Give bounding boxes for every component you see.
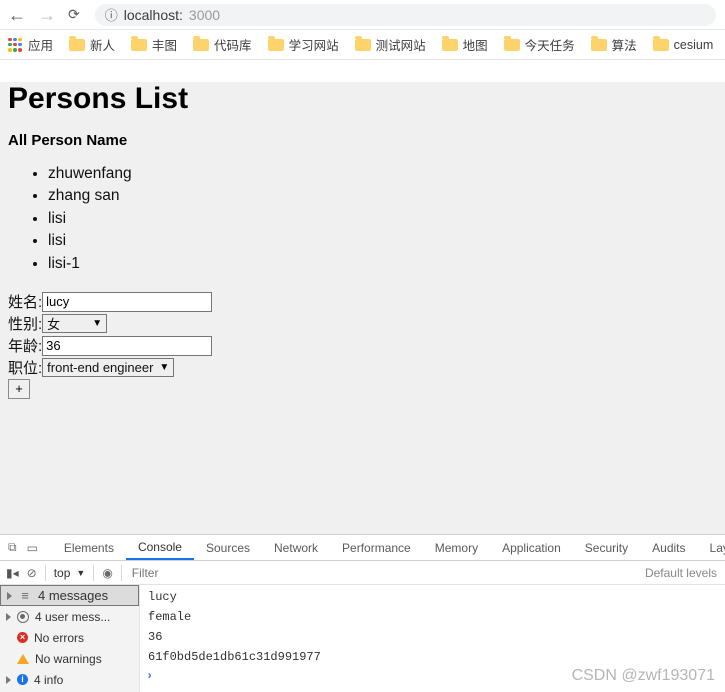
browser-toolbar: ← → ⟳ ⓘ localhost: 3000: [0, 0, 725, 30]
add-button[interactable]: +: [8, 379, 30, 399]
folder-icon: [268, 39, 284, 51]
list-item: lisi: [48, 230, 717, 252]
folder-icon: [653, 39, 669, 51]
tab-overflow[interactable]: Lay: [698, 535, 725, 560]
console-output[interactable]: lucy female 36 61f0bd5de1db61c31d991977 …: [140, 585, 725, 692]
forward-button[interactable]: →: [38, 6, 54, 24]
tab-application[interactable]: Application: [490, 535, 573, 560]
devtools-tabs: ⧉ ▭ Elements Console Sources Network Per…: [0, 535, 725, 561]
tab-memory[interactable]: Memory: [423, 535, 490, 560]
list-item: zhang san: [48, 185, 717, 207]
bookmark-item[interactable]: 学习网站: [268, 35, 339, 54]
error-icon: ×: [17, 632, 28, 643]
bookmark-item[interactable]: 今天任务: [504, 35, 575, 54]
tab-elements[interactable]: Elements: [52, 535, 126, 560]
bookmark-item[interactable]: cesium: [653, 38, 714, 52]
address-bar[interactable]: ⓘ localhost: 3000: [94, 3, 717, 27]
page-content: Persons List All Person Name zhuwenfang …: [0, 82, 725, 556]
age-label: 年龄:: [8, 335, 42, 356]
info-icon: i: [17, 674, 28, 685]
folder-icon: [504, 39, 520, 51]
device-toggle-icon[interactable]: ▭: [27, 541, 38, 555]
console-filter-input[interactable]: [130, 564, 637, 582]
tab-sources[interactable]: Sources: [194, 535, 262, 560]
reload-button[interactable]: ⟳: [68, 6, 80, 23]
folder-icon: [355, 39, 371, 51]
sidebar-errors[interactable]: × No errors: [0, 627, 139, 648]
persons-list: zhuwenfang zhang san lisi lisi lisi-1: [8, 163, 717, 275]
bookmark-item[interactable]: 测试网站: [355, 35, 426, 54]
folder-icon: [442, 39, 458, 51]
list-item: zhuwenfang: [48, 163, 717, 185]
apps-label: 应用: [28, 35, 53, 54]
name-label: 姓名:: [8, 291, 42, 312]
job-select[interactable]: front-end engineer ▼: [42, 358, 174, 377]
gender-select[interactable]: 女 ▼: [42, 314, 107, 333]
clear-console-icon[interactable]: ⊘: [27, 566, 37, 580]
context-selector[interactable]: top ▼: [54, 566, 86, 580]
url-host: localhost:: [124, 7, 183, 23]
folder-icon: [131, 39, 147, 51]
folder-icon: [193, 39, 209, 51]
sidebar-info[interactable]: i 4 info: [0, 669, 139, 690]
bookmark-item[interactable]: 算法: [591, 35, 637, 54]
log-levels[interactable]: Default levels: [645, 566, 719, 580]
sidebar-user-messages[interactable]: 4 user mess...: [0, 606, 139, 627]
devtools-panel: ⧉ ▭ Elements Console Sources Network Per…: [0, 534, 725, 691]
back-button[interactable]: ←: [8, 6, 24, 24]
tab-console[interactable]: Console: [126, 535, 194, 560]
job-label: 职位:: [8, 357, 42, 378]
list-item: lisi: [48, 208, 717, 230]
console-line: lucy: [140, 587, 725, 607]
bookmark-item[interactable]: 丰图: [131, 35, 177, 54]
caret-right-icon: [6, 676, 11, 684]
console-prompt[interactable]: ›: [140, 667, 725, 685]
site-info-icon[interactable]: ⓘ: [105, 5, 118, 24]
page-title: Persons List: [8, 82, 717, 116]
sidebar-messages[interactable]: ≡ 4 messages: [0, 585, 139, 606]
sidebar-warnings[interactable]: No warnings: [0, 648, 139, 669]
console-sidebar: ≡ 4 messages 4 user mess... × No errors …: [0, 585, 140, 692]
caret-right-icon: [6, 613, 11, 621]
apps-shortcut[interactable]: 应用: [8, 35, 53, 54]
folder-icon: [69, 39, 85, 51]
chevron-right-icon: ›: [146, 669, 153, 683]
console-toolbar: ▮◂ ⊘ top ▼ ◉ Default levels: [0, 561, 725, 585]
url-port: 3000: [189, 7, 220, 23]
caret-right-icon: [7, 592, 12, 600]
inspect-icon[interactable]: ⧉: [8, 540, 17, 555]
job-value: front-end engineer: [47, 360, 153, 375]
chevron-down-icon: ▼: [76, 568, 85, 578]
chevron-down-icon: ▼: [159, 362, 169, 373]
gender-value: 女: [47, 314, 60, 333]
bookmark-item[interactable]: 新人: [69, 35, 115, 54]
bookmark-item[interactable]: 地图: [442, 35, 488, 54]
apps-icon: [8, 38, 22, 52]
live-expression-icon[interactable]: ◉: [102, 566, 112, 580]
age-input[interactable]: [42, 336, 212, 356]
user-icon: [17, 611, 29, 623]
bookmarks-bar: 应用 新人 丰图 代码库 学习网站 测试网站 地图 今天任务 算法 cesium: [0, 30, 725, 60]
name-input[interactable]: [42, 292, 212, 312]
chevron-down-icon: ▼: [92, 318, 102, 329]
tab-network[interactable]: Network: [262, 535, 330, 560]
console-line: 36: [140, 627, 725, 647]
bookmark-item[interactable]: 代码库: [193, 35, 252, 54]
tab-performance[interactable]: Performance: [330, 535, 423, 560]
folder-icon: [591, 39, 607, 51]
sidebar-toggle-icon[interactable]: ▮◂: [6, 566, 19, 580]
gender-label: 性别:: [8, 313, 42, 334]
warning-icon: [17, 654, 29, 664]
tab-audits[interactable]: Audits: [640, 535, 697, 560]
list-item: lisi-1: [48, 253, 717, 275]
list-icon: ≡: [18, 588, 32, 603]
console-line: female: [140, 607, 725, 627]
tab-security[interactable]: Security: [573, 535, 640, 560]
console-line: 61f0bd5de1db61c31d991977: [140, 647, 725, 667]
page-subtitle: All Person Name: [8, 132, 717, 149]
